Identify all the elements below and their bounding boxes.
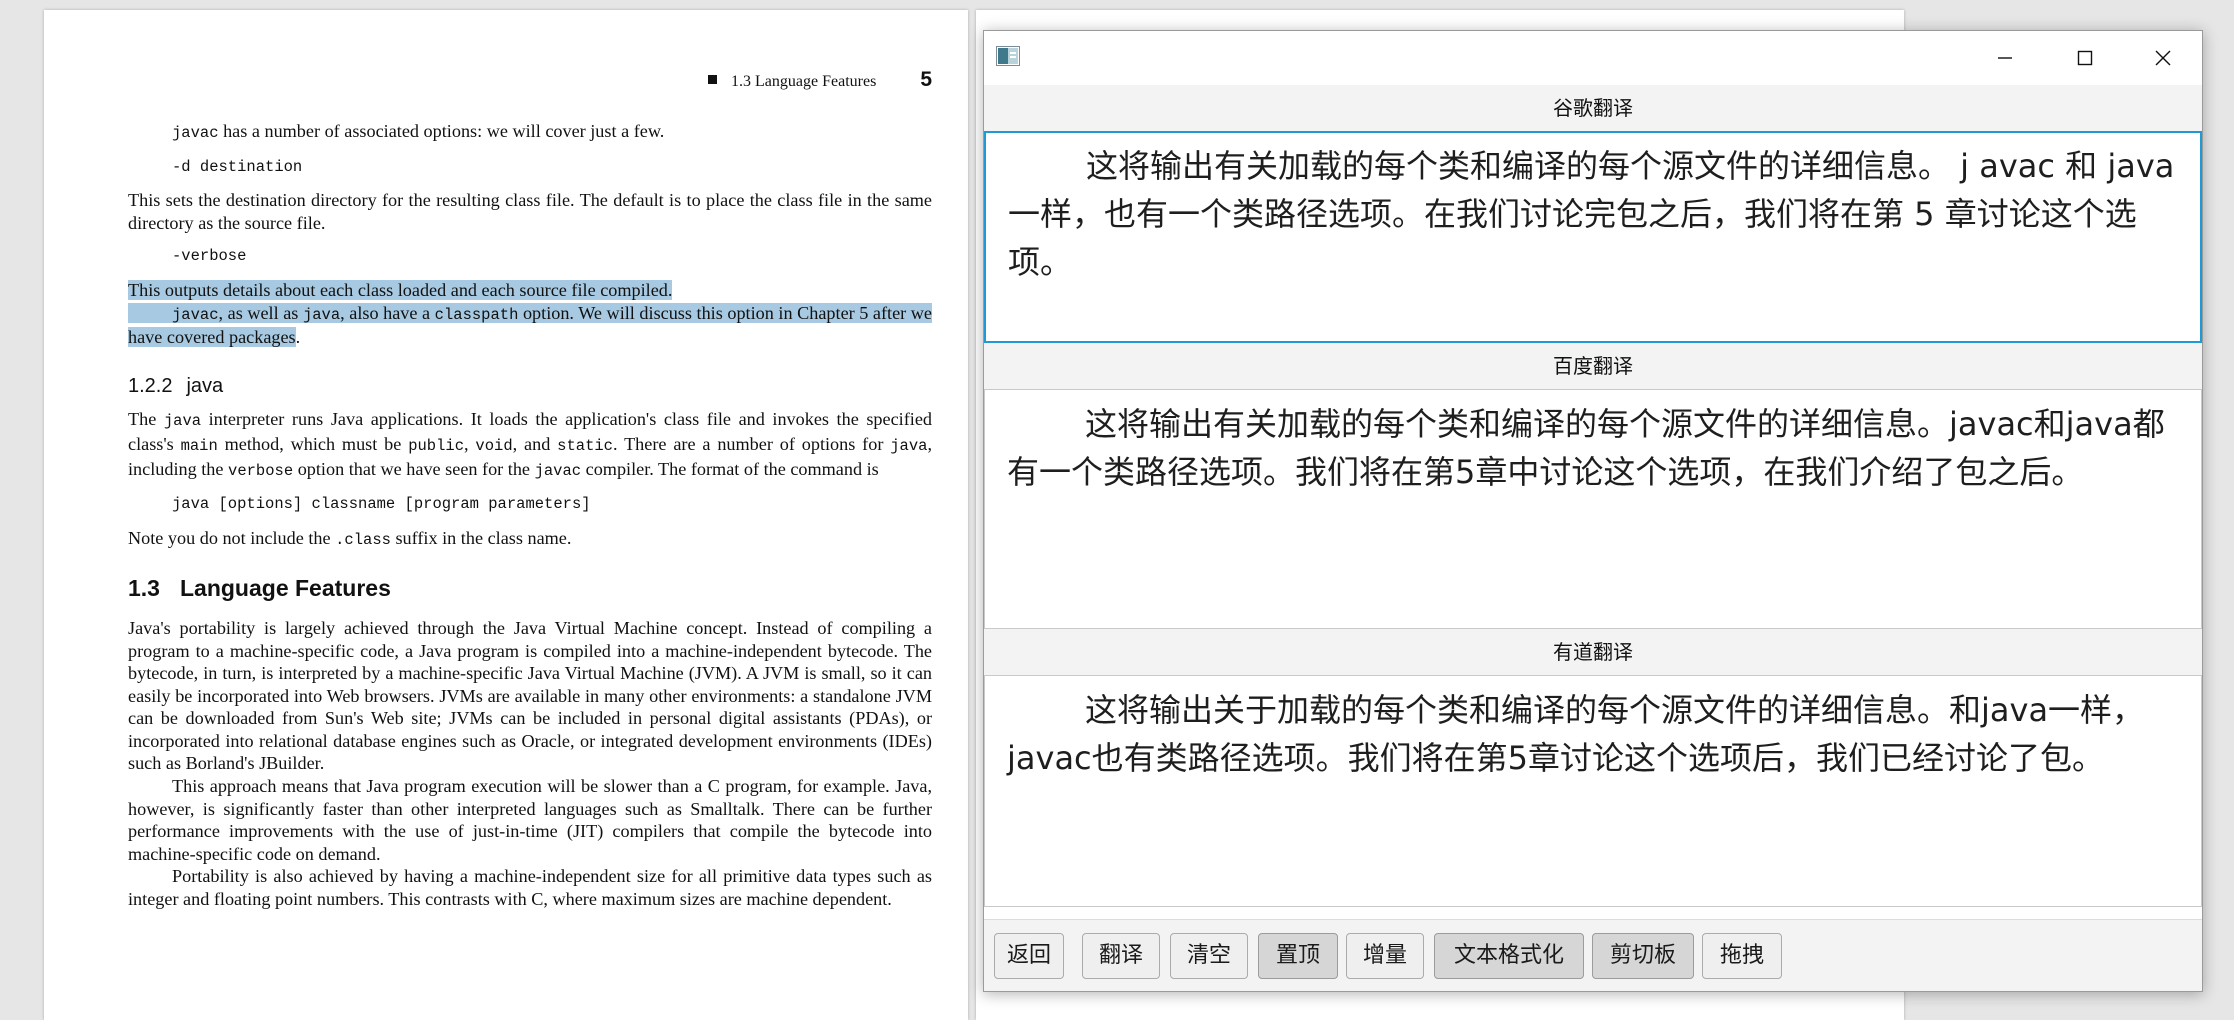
text: The <box>128 409 164 430</box>
inline-code: java <box>302 305 341 324</box>
clear-button[interactable]: 清空 <box>1170 933 1248 979</box>
minimize-button[interactable] <box>1966 31 2044 85</box>
text: , also have a <box>340 302 435 323</box>
inline-code: verbose <box>228 461 294 480</box>
translation-panes: 谷歌翻译 这将输出有关加载的每个类和编译的每个源文件的详细信息。 j avac … <box>984 85 2202 907</box>
text-format-toggle[interactable]: 文本格式化 <box>1434 933 1584 979</box>
inline-code: java <box>163 412 202 431</box>
drag-toggle[interactable]: 拖拽 <box>1702 933 1782 979</box>
translator-window: 谷歌翻译 这将输出有关加载的每个类和编译的每个源文件的详细信息。 j avac … <box>983 30 2203 992</box>
text: method, which must be <box>217 433 409 454</box>
text: Note you do not include the <box>128 527 336 548</box>
selected-text[interactable]: javac, as well as java, also have a clas… <box>128 302 932 349</box>
running-head-section: 1.3 Language Features <box>731 73 877 90</box>
section-number: 1.3 <box>128 575 160 602</box>
square-bullet-icon <box>708 75 718 84</box>
code-line: -d destination <box>172 157 303 176</box>
pin-top-toggle[interactable]: 置顶 <box>1258 933 1338 979</box>
text: has a number of associated options: we w… <box>218 121 665 141</box>
text: . There are a number of options for <box>612 433 891 454</box>
code-line: java [options] classname [program parame… <box>172 495 591 514</box>
paragraph: The java interpreter runs Java applicati… <box>128 408 932 482</box>
pdf-page: 1.3 Language Features 5 javac has a numbe… <box>44 10 968 1020</box>
section-title: Language Features <box>179 575 391 602</box>
paragraph: This approach means that Java program ex… <box>128 776 932 864</box>
maximize-button[interactable] <box>2046 31 2124 85</box>
inline-code: static <box>557 436 613 455</box>
back-button[interactable]: 返回 <box>994 933 1064 979</box>
section-heading: 1.3 Language Features <box>128 577 932 600</box>
minimize-icon <box>1998 57 2012 59</box>
subsection-heading: 1.2.2 java <box>128 375 932 398</box>
close-button[interactable] <box>2124 31 2202 85</box>
inline-code: classpath <box>434 305 519 324</box>
incremental-toggle[interactable]: 增量 <box>1346 933 1424 979</box>
youdao-translate-output[interactable]: 这将输出关于加载的每个类和编译的每个源文件的详细信息。和java一样，javac… <box>984 675 2202 907</box>
highlighted-text[interactable]: This outputs details about each class lo… <box>128 279 673 300</box>
youdao-translate-label: 有道翻译 <box>984 629 2202 675</box>
paragraph: Note you do not include the .class suffi… <box>128 527 932 552</box>
text: option that we have seen for the <box>293 458 535 479</box>
text: , and <box>512 433 558 454</box>
subsection-number: 1.2.2 <box>128 374 173 397</box>
inline-code: public <box>408 436 464 455</box>
google-translate-output[interactable]: 这将输出有关加载的每个类和编译的每个源文件的详细信息。 j avac 和 jav… <box>984 131 2202 343</box>
page-content: 1.3 Language Features 5 javac has a numbe… <box>128 60 932 911</box>
inline-code: javac <box>534 461 582 480</box>
google-translate-label: 谷歌翻译 <box>984 85 2202 131</box>
paragraph: Java's portability is largely achieved t… <box>128 617 932 774</box>
inline-code: java <box>890 436 928 455</box>
baidu-translate-label: 百度翻译 <box>984 343 2202 389</box>
text: . <box>295 327 301 348</box>
paragraph: Portability is also achieved by having a… <box>128 866 932 910</box>
text: compiler. The format of the command is <box>581 458 879 479</box>
text: suffix in the class name. <box>390 527 572 548</box>
toolbar: 返回 翻译 清空 置顶 增量 文本格式化 剪切板 拖拽 <box>984 919 2202 991</box>
text: , <box>464 433 476 454</box>
text: , as well as <box>218 302 303 323</box>
clipboard-toggle[interactable]: 剪切板 <box>1592 933 1694 979</box>
maximize-icon <box>2077 50 2093 66</box>
selected-text[interactable]: This outputs details about each class lo… <box>128 279 932 302</box>
translate-button[interactable]: 翻译 <box>1082 933 1160 979</box>
paragraph: javac has a number of associated options… <box>128 120 932 145</box>
paragraph: This sets the destination directory for … <box>128 190 932 233</box>
page-number: 5 <box>920 68 932 91</box>
inline-code: main <box>180 436 218 455</box>
running-head: 1.3 Language Features 5 <box>128 60 932 100</box>
inline-code: void <box>475 436 513 455</box>
title-bar[interactable] <box>984 31 2202 85</box>
subsection-title: java <box>186 374 224 397</box>
inline-code: .class <box>335 530 391 549</box>
close-icon <box>2155 50 2171 66</box>
inline-code: javac <box>172 305 219 324</box>
inline-code: javac <box>172 124 219 142</box>
code-line: -verbose <box>172 247 247 266</box>
app-icon <box>996 46 1020 66</box>
baidu-translate-output[interactable]: 这将输出有关加载的每个类和编译的每个源文件的详细信息。javac和java都有一… <box>984 389 2202 629</box>
